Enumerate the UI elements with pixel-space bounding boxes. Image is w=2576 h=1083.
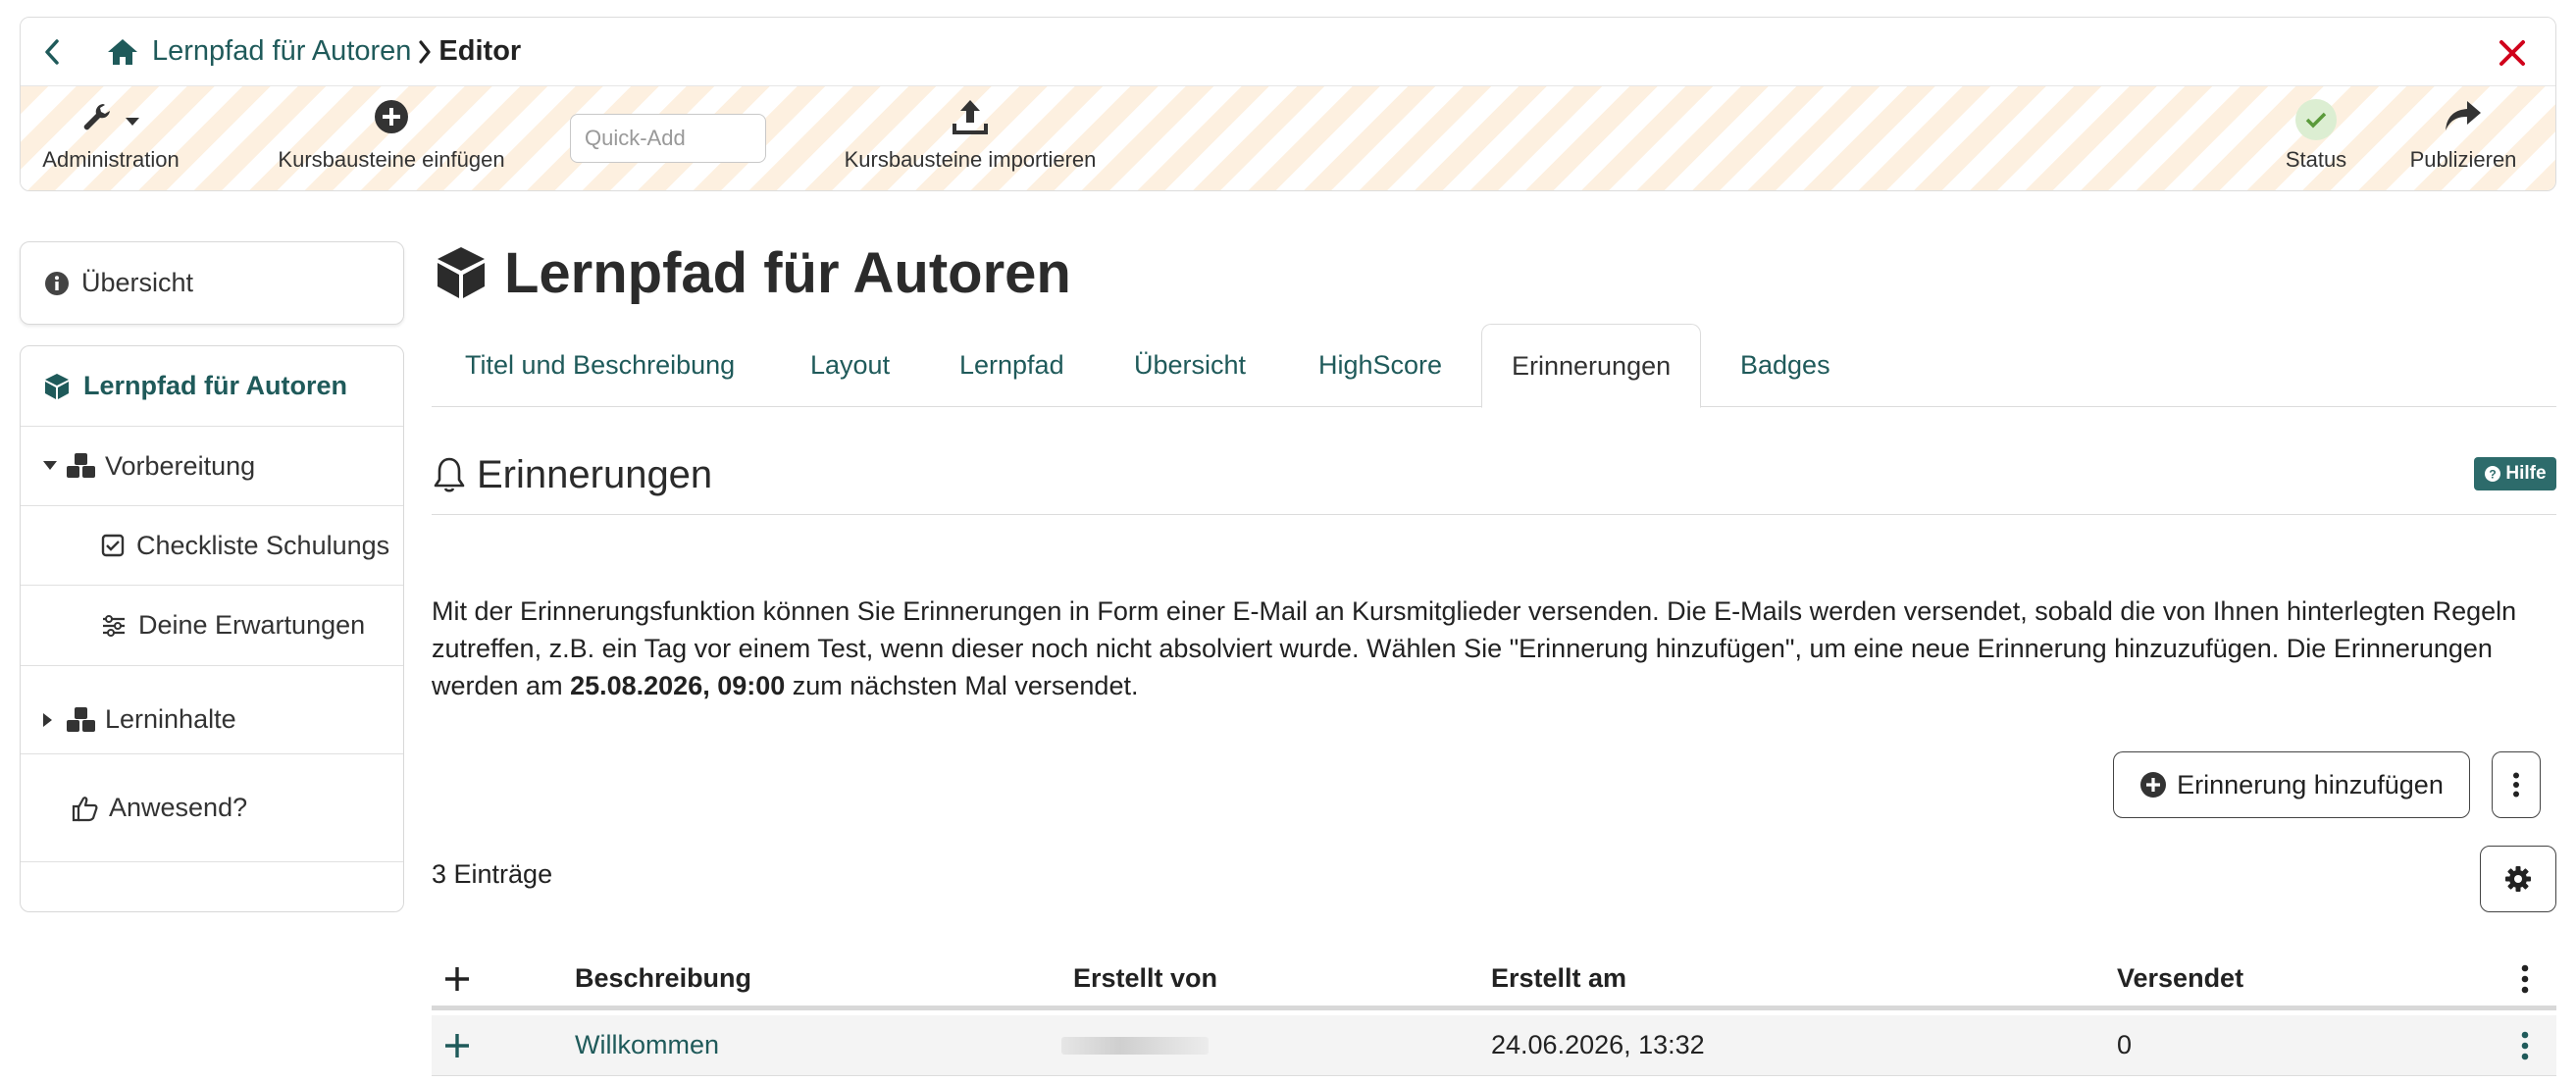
cubes-icon: [66, 452, 97, 480]
tab-lernpfad[interactable]: Lernpfad: [959, 324, 1064, 407]
caret-down-icon[interactable]: [42, 460, 58, 472]
bell-icon: [432, 455, 467, 494]
thumbs-up-icon: [72, 795, 99, 822]
upload-icon: [951, 97, 990, 142]
svg-text:?: ?: [2490, 468, 2497, 482]
section-divider: [432, 514, 2556, 515]
wrench-icon: [81, 100, 121, 139]
table-row: Willkommen 24.06.2026, 13:32 0: [432, 1015, 2556, 1076]
insert-nodes-button[interactable]: Kursbausteine einfügen: [264, 98, 519, 173]
import-nodes-label: Kursbausteine importieren: [844, 147, 1097, 172]
close-icon[interactable]: [2493, 33, 2532, 73]
help-button[interactable]: ? Hilfe: [2474, 457, 2556, 490]
publish-label: Publizieren: [2409, 147, 2517, 172]
table-settings-button[interactable]: [2480, 846, 2556, 912]
section-title: Erinnerungen: [432, 447, 712, 502]
created-at-cell: 24.06.2026, 13:32: [1491, 1030, 1705, 1059]
entries-count: 3 Einträge: [432, 859, 553, 889]
column-header-created-by[interactable]: Erstellt von: [1073, 952, 1217, 1006]
sidebar-item-label: Anwesend?: [109, 793, 248, 822]
quick-add-input[interactable]: [570, 114, 766, 163]
sidebar-overview[interactable]: Übersicht: [20, 241, 404, 325]
description-text-end: zum nächsten Mal versendet.: [785, 671, 1139, 700]
reminders-description: Mit der Erinnerungsfunktion können Sie E…: [432, 593, 2541, 704]
tab-badges[interactable]: Badges: [1740, 324, 1830, 407]
breadcrumb-current: Editor: [438, 35, 522, 67]
tab-layout[interactable]: Layout: [810, 324, 890, 407]
expand-row-icon[interactable]: [443, 1015, 471, 1075]
breadcrumb: Lernpfad für Autoren Editor: [21, 18, 2555, 86]
plus-circle-icon: [374, 99, 409, 140]
caret-down-icon: [125, 107, 140, 132]
cube-icon: [432, 243, 490, 302]
insert-nodes-label: Kursbausteine einfügen: [278, 147, 505, 172]
chevron-left-icon[interactable]: [40, 32, 64, 72]
info-icon: [44, 271, 70, 296]
reminder-description-link[interactable]: Willkommen: [575, 1015, 719, 1075]
page-title: Lernpfad für Autoren: [432, 233, 1071, 312]
more-options-button[interactable]: [2492, 751, 2541, 818]
editor-toolbar: Administration Kursbausteine einfügen Ku…: [21, 86, 2555, 190]
kebab-icon: [2512, 772, 2520, 798]
import-nodes-button[interactable]: Kursbausteine importieren: [823, 98, 1117, 173]
sidebar-item-vorbereitung[interactable]: Vorbereitung: [21, 427, 403, 505]
home-icon[interactable]: [105, 32, 140, 72]
help-label: Hilfe: [2505, 463, 2547, 484]
column-header-sent[interactable]: Versendet: [2117, 952, 2243, 1006]
status-label: Status: [2285, 147, 2347, 172]
plus-circle-icon: [2139, 771, 2167, 799]
sidebar-item-anwesend[interactable]: Anwesend?: [21, 754, 403, 862]
tab-uebersicht[interactable]: Übersicht: [1134, 324, 1246, 407]
status-button[interactable]: Status: [2267, 98, 2365, 173]
administration-button[interactable]: Administration: [32, 98, 189, 173]
section-title-text: Erinnerungen: [477, 452, 713, 496]
sidebar-item-course-root[interactable]: Lernpfad für Autoren: [21, 346, 403, 427]
check-icon: [2295, 99, 2337, 140]
cube-icon: [42, 372, 72, 401]
column-header-description[interactable]: Beschreibung: [575, 952, 751, 1006]
sidebar-item-checkliste[interactable]: Checkliste Schulungs: [21, 505, 403, 586]
row-options-icon[interactable]: [2521, 1015, 2529, 1075]
expand-all-icon[interactable]: [443, 952, 471, 1006]
course-tree: Lernpfad für Autoren Vorbereitung Checkl…: [20, 345, 404, 912]
administration-label: Administration: [42, 147, 180, 172]
sidebar-item-label: Deine Erwartungen: [138, 610, 366, 640]
settings-tabs: Titel und Beschreibung Layout Lernpfad Ü…: [432, 324, 2556, 408]
share-arrow-icon: [2444, 99, 2483, 140]
sidebar-item-label: Checkliste Schulungs: [136, 530, 390, 560]
editor-header: Lernpfad für Autoren Editor Administrati…: [20, 17, 2556, 191]
checkbox-icon: [101, 534, 125, 557]
tab-highscore[interactable]: HighScore: [1318, 324, 1442, 407]
tab-titel-beschreibung[interactable]: Titel und Beschreibung: [465, 324, 735, 407]
add-reminder-button[interactable]: Erinnerung hinzufügen: [2113, 751, 2470, 818]
publish-button[interactable]: Publizieren: [2395, 98, 2532, 173]
add-reminder-label: Erinnerung hinzufügen: [2177, 769, 2444, 799]
sidebar-item-lerninhalte[interactable]: Lerninhalte: [21, 666, 403, 754]
question-circle-icon: ?: [2484, 465, 2501, 483]
page-title-text: Lernpfad für Autoren: [504, 240, 1071, 305]
sent-count-cell: 0: [2117, 1030, 2133, 1059]
table-header: Beschreibung Erstellt von Erstellt am Ve…: [432, 952, 2556, 1010]
cubes-icon: [66, 706, 97, 734]
column-options-icon[interactable]: [2521, 952, 2529, 1006]
caret-right-icon[interactable]: [42, 712, 54, 728]
gear-icon: [2504, 865, 2532, 893]
sliders-icon: [101, 614, 127, 638]
sidebar-item-erwartungen[interactable]: Deine Erwartungen: [21, 586, 403, 666]
chevron-right-icon: [411, 32, 438, 72]
created-by-redacted: [1061, 1015, 1209, 1075]
breadcrumb-course-link[interactable]: Lernpfad für Autoren: [152, 35, 411, 68]
sidebar-item-label: Vorbereitung: [105, 450, 256, 481]
sidebar-item-label: Lerninhalte: [105, 704, 236, 734]
next-send-date: 25.08.2026, 09:00: [570, 671, 786, 700]
tab-erinnerungen[interactable]: Erinnerungen: [1481, 324, 1702, 408]
sidebar-overview-label: Übersicht: [81, 268, 194, 297]
sidebar-course-root-label: Lernpfad für Autoren: [83, 371, 347, 400]
column-header-created-at[interactable]: Erstellt am: [1491, 952, 1626, 1006]
